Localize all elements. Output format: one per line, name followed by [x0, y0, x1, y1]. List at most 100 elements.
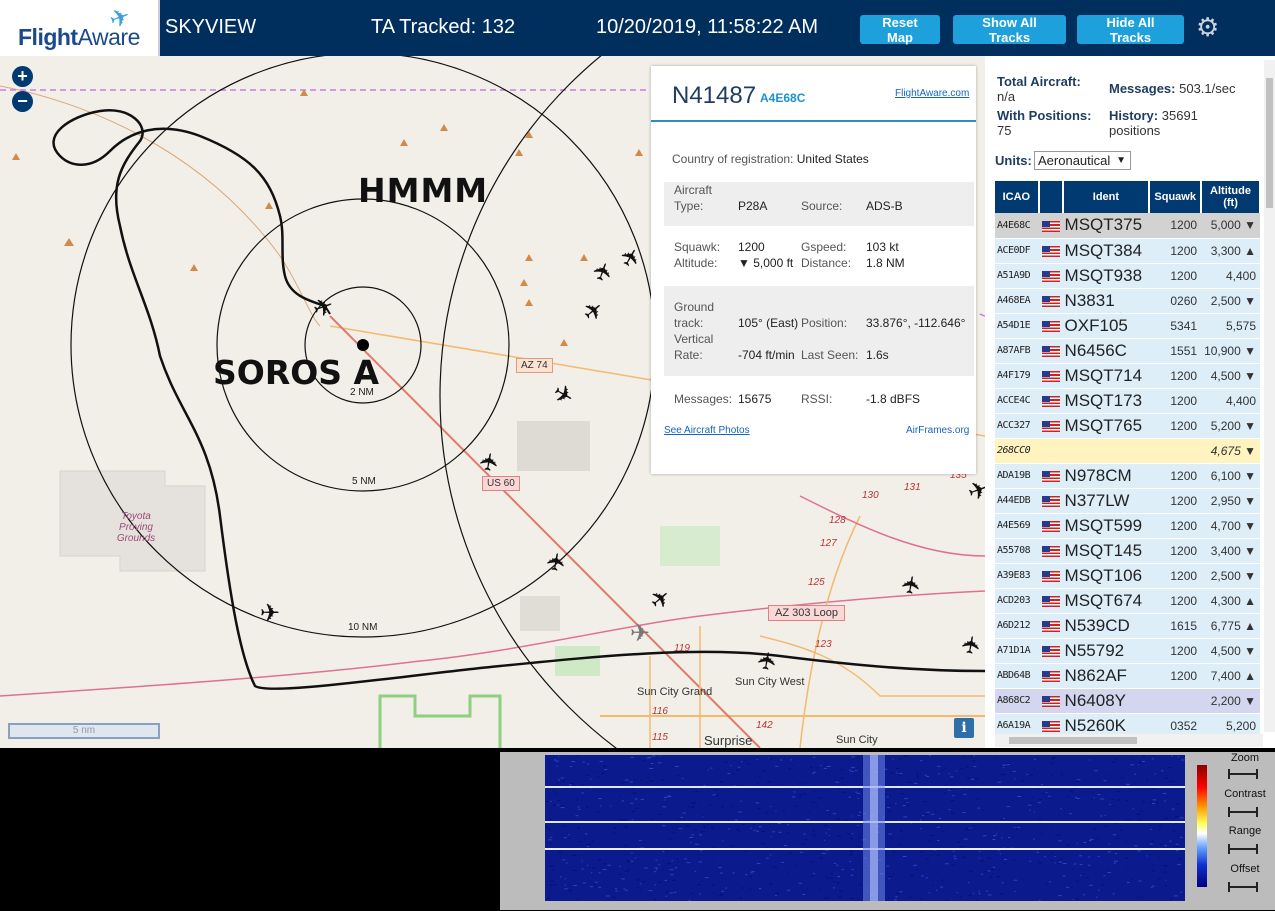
scrollbar-thumb[interactable]: [1266, 78, 1273, 208]
waterfall-pixel: [900, 793, 905, 795]
col-altitude[interactable]: Altitude (ft): [1201, 181, 1261, 213]
waterfall-pixel: [1013, 879, 1018, 881]
waterfall-pixel: [841, 869, 844, 871]
aircraft-icon[interactable]: ✈: [896, 573, 927, 598]
table-row[interactable]: A55708 MSQT145 1200 3,400 ▼: [995, 538, 1260, 564]
table-row[interactable]: 268CC0 4,675 ▼: [995, 438, 1260, 464]
offset-slider[interactable]: [1228, 882, 1258, 892]
waterfall-pixel: [960, 846, 964, 848]
table-row[interactable]: A4F179 MSQT714 1200 4,500 ▼: [995, 363, 1260, 389]
waterfall-pixel: [1069, 790, 1074, 792]
units-select[interactable]: Aeronautical ▼: [1034, 151, 1131, 170]
scrollbar-thumb[interactable]: [1009, 737, 1137, 744]
source-label: Source:: [801, 199, 843, 213]
waterfall-pixel: [556, 765, 558, 767]
waterfall-pixel: [810, 875, 814, 877]
waterfall-pixel: [1033, 758, 1036, 760]
waterfall-pixel: [886, 807, 891, 809]
aircraft-icon[interactable]: ✈: [956, 633, 985, 658]
flightaware-link[interactable]: FlightAware.com: [895, 88, 969, 99]
row-squawk: [1149, 688, 1202, 714]
waterfall-pixel: [750, 827, 752, 829]
table-row[interactable]: ADA19B N978CM 1200 6,100 ▼: [995, 463, 1260, 489]
waterfall-pixel: [851, 756, 854, 758]
zoom-in-button[interactable]: +: [12, 66, 33, 87]
table-row[interactable]: A868C2 N6408Y 2,200 ▼: [995, 688, 1260, 714]
table-row[interactable]: ACC327 MSQT765 1200 5,200 ▼: [995, 413, 1260, 439]
waterfall-pixel: [770, 836, 772, 838]
aircraft-icon[interactable]: ✈: [260, 599, 280, 627]
waterfall-pixel: [1153, 865, 1155, 867]
aircraft-icon[interactable]: ✈: [548, 378, 579, 412]
zoom-slider[interactable]: [1228, 769, 1258, 779]
aircraft-icon[interactable]: ✈: [577, 294, 610, 328]
contrast-slider[interactable]: [1228, 807, 1258, 817]
aircraft-icon[interactable]: ✈: [474, 450, 505, 475]
table-row[interactable]: A44EDB N377LW 1200 2,950 ▼: [995, 488, 1260, 514]
table-row[interactable]: A54D1E OXF105 5341 5,575: [995, 313, 1260, 339]
waterfall-pixel: [759, 776, 761, 777]
country-row: Country of registration: United States: [672, 152, 869, 166]
aircraft-icon[interactable]: ✈: [644, 582, 677, 616]
history-value: 35691: [1161, 108, 1198, 123]
aircraft-icon[interactable]: ✈: [752, 649, 783, 674]
table-row[interactable]: ACD203 MSQT674 1200 4,300 ▲: [995, 588, 1260, 614]
table-row[interactable]: A39E83 MSQT106 1200 2,500 ▼: [995, 563, 1260, 589]
zoom-out-button[interactable]: −: [12, 91, 33, 112]
total-aircraft-value: n/a: [997, 89, 1016, 104]
table-row[interactable]: A71D1A N55792 1200 4,500 ▼: [995, 638, 1260, 664]
range-slider[interactable]: [1228, 844, 1258, 854]
waterfall-pixel: [771, 866, 773, 868]
table-row[interactable]: ACCE4C MSQT173 1200 4,400: [995, 388, 1260, 414]
table-row[interactable]: ACE0DF MSQT384 1200 3,300 ▲: [995, 238, 1260, 264]
gear-icon[interactable]: ⚙: [1196, 12, 1219, 43]
waterfall-pixel: [1181, 759, 1185, 761]
waterfall-pixel: [1126, 783, 1130, 785]
airframes-link[interactable]: AirFrames.org: [906, 425, 969, 436]
map-info-button[interactable]: i: [954, 718, 974, 738]
reset-map-button[interactable]: Reset Map: [860, 15, 940, 45]
col-icao[interactable]: ICAO: [995, 181, 1040, 213]
waterfall-pixel: [921, 875, 924, 877]
table-row[interactable]: A468EA N3831 0260 2,500 ▼: [995, 288, 1260, 314]
waterfall-pixel: [1085, 877, 1089, 879]
waterfall-pixel: [972, 892, 975, 894]
waterfall-pixel: [941, 879, 946, 881]
waterfall-pixel: [545, 801, 549, 802]
waterfall-pixel: [1171, 755, 1173, 757]
waterfall-pixel: [960, 768, 963, 770]
aircraft-icon[interactable]: ✈: [630, 619, 650, 647]
waterfall-pixel: [1160, 843, 1163, 845]
col-squawk[interactable]: Squawk: [1149, 181, 1203, 213]
waterfall-pixel: [594, 881, 598, 883]
waterfall-pixel: [615, 887, 618, 889]
table-row[interactable]: A4E68C MSQT375 1200 5,000 ▼: [995, 213, 1260, 239]
show-all-tracks-button[interactable]: Show All Tracks: [953, 15, 1066, 45]
waterfall-display[interactable]: [545, 755, 1185, 901]
row-flag: [1038, 388, 1063, 414]
table-vertical-scrollbar[interactable]: [1264, 60, 1275, 732]
aircraft-photos-link[interactable]: See Aircraft Photos: [664, 425, 750, 436]
waterfall-pixel: [586, 806, 588, 808]
table-row[interactable]: A51A9D MSQT938 1200 4,400: [995, 263, 1260, 289]
waterfall-pixel: [669, 892, 673, 894]
place-label-sun-city-grand: Sun City Grand: [637, 686, 713, 698]
waterfall-pixel: [694, 870, 697, 872]
row-icao: ACD203: [995, 588, 1039, 614]
aircraft-icon[interactable]: ✈: [587, 258, 620, 286]
waterfall-pixel: [652, 755, 656, 757]
table-horizontal-scrollbar[interactable]: [995, 734, 1263, 747]
waterfall-pixel: [1046, 883, 1048, 885]
hide-all-tracks-button[interactable]: Hide All Tracks: [1077, 15, 1184, 45]
aircraft-icon[interactable]: ✈: [964, 474, 985, 507]
waterfall-pixel: [700, 850, 703, 852]
table-row[interactable]: A4E569 MSQT599 1200 4,700 ▼: [995, 513, 1260, 539]
col-ident[interactable]: Ident: [1062, 181, 1151, 213]
table-row[interactable]: ABD64B N862AF 1200 7,400 ▲: [995, 663, 1260, 689]
table-row[interactable]: A6D212 N539CD 1615 6,775 ▲: [995, 613, 1260, 639]
waterfall-pixel: [899, 758, 902, 760]
flightaware-logo[interactable]: ✈ FlightAware: [0, 0, 160, 56]
waterfall-pixel: [938, 818, 942, 819]
table-row[interactable]: A87AFB N6456C 1551 10,900 ▼: [995, 338, 1260, 364]
col-flag[interactable]: [1038, 181, 1064, 213]
